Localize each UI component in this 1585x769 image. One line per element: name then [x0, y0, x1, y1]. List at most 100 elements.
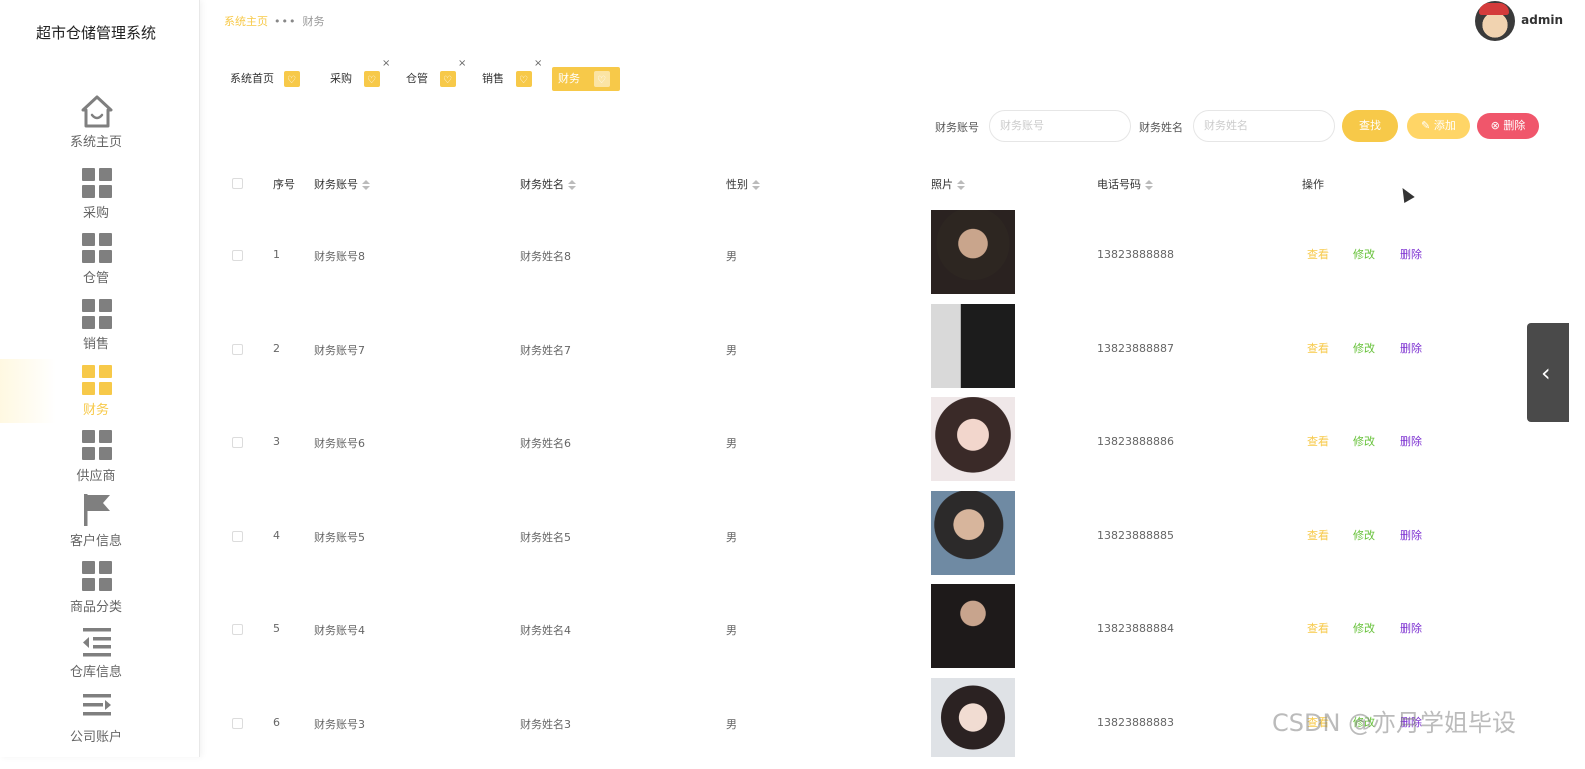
column-header-label: 照片 [931, 178, 953, 191]
sidebar-item-customer[interactable]: 客户信息 [0, 492, 192, 556]
row-checkbox[interactable] [232, 250, 243, 261]
menu-icon [83, 694, 111, 716]
sidebar-item-purchase[interactable]: 采购 [0, 166, 192, 230]
delete-link[interactable]: 删除 [1400, 433, 1422, 449]
profile-photo[interactable] [931, 210, 1015, 294]
delete-link[interactable]: 删除 [1400, 527, 1422, 543]
profile-photo[interactable] [931, 584, 1015, 668]
column-header-name[interactable]: 财务姓名 [520, 176, 576, 192]
profile-photo[interactable] [931, 491, 1015, 575]
view-link[interactable]: 查看 [1307, 340, 1329, 356]
add-button[interactable]: ✎ 添加 [1407, 113, 1470, 139]
sidebar-item-sales[interactable]: 销售 [0, 297, 192, 361]
profile-photo[interactable] [931, 397, 1015, 481]
grid-icon [82, 561, 112, 591]
view-link[interactable]: 查看 [1307, 620, 1329, 636]
top-bar: 系统主页 ••• 财务 admin [200, 0, 1585, 42]
row-checkbox[interactable] [232, 437, 243, 448]
breadcrumb-separator: ••• [274, 15, 297, 28]
row-checkbox[interactable] [232, 531, 243, 542]
tab-sales[interactable]: 销售 × [476, 59, 542, 94]
indent-icon [83, 628, 111, 657]
tab-purchase[interactable]: 采购 × [324, 59, 390, 94]
avatar[interactable] [1475, 1, 1515, 41]
column-header-phone[interactable]: 电话号码 [1097, 176, 1153, 192]
column-header-photo[interactable]: 照片 [931, 176, 965, 192]
profile-photo[interactable] [931, 678, 1015, 757]
edit-link[interactable]: 修改 [1353, 527, 1375, 543]
sidebar-item-supplier[interactable]: 供应商 [0, 428, 192, 492]
sidebar-item-category[interactable]: 商品分类 [0, 559, 192, 623]
row-index: 6 [273, 716, 280, 729]
profile-photo[interactable] [931, 304, 1015, 388]
tab-label: 财务 [558, 72, 580, 85]
table-row: 2 财务账号7 财务姓名7 男 13823888887 查看 修改 删除 [200, 302, 1585, 395]
name-search-input[interactable]: 财务姓名 [1193, 110, 1335, 142]
close-icon[interactable]: × [458, 59, 466, 69]
sort-icon[interactable] [362, 180, 370, 190]
edit-link[interactable]: 修改 [1353, 246, 1375, 262]
row-name: 财务姓名6 [520, 437, 571, 450]
sort-icon[interactable] [752, 180, 760, 190]
select-all-checkbox[interactable] [232, 178, 243, 189]
edit-link[interactable]: 修改 [1353, 433, 1375, 449]
row-phone: 13823888888 [1097, 248, 1174, 261]
delete-button[interactable]: ⊗ 删除 [1477, 113, 1539, 139]
sort-icon[interactable] [1145, 180, 1153, 190]
close-icon[interactable]: × [534, 59, 542, 69]
delete-button-label: 删除 [1503, 119, 1526, 132]
grid-icon [82, 365, 112, 395]
user-name[interactable]: admin [1521, 13, 1563, 27]
row-checkbox[interactable] [232, 718, 243, 729]
breadcrumb-current: 财务 [302, 15, 325, 28]
sidebar-item-home[interactable]: 系统主页 [0, 93, 192, 157]
view-link[interactable]: 查看 [1307, 246, 1329, 262]
column-header-label: 性别 [726, 178, 748, 191]
sidebar-item-finance[interactable]: 财务 [0, 359, 192, 423]
flag-icon [84, 494, 110, 526]
delete-link[interactable]: 删除 [1400, 340, 1422, 356]
sidebar-item-company-account[interactable]: 公司账户 [0, 692, 192, 756]
edit-link[interactable]: 修改 [1353, 340, 1375, 356]
row-account: 财务账号5 [314, 531, 365, 544]
row-name: 财务姓名5 [520, 531, 571, 544]
column-header-index: 序号 [273, 178, 295, 191]
row-index: 1 [273, 248, 280, 261]
view-link[interactable]: 查看 [1307, 527, 1329, 543]
search-button[interactable]: 查找 [1342, 110, 1398, 142]
tab-label: 仓管 [406, 72, 428, 85]
delete-link[interactable]: 删除 [1400, 620, 1422, 636]
close-icon[interactable]: × [610, 59, 618, 69]
sort-icon[interactable] [957, 180, 965, 190]
app-title: 超市仓储管理系统 [35, 24, 156, 42]
account-search-input[interactable]: 财务账号 [989, 110, 1131, 142]
row-checkbox[interactable] [232, 624, 243, 635]
row-account: 财务账号6 [314, 437, 365, 450]
tab-finance[interactable]: 财务 × [552, 59, 620, 93]
edit-link[interactable]: 修改 [1353, 620, 1375, 636]
tab-warehouse-admin[interactable]: 仓管 × [400, 59, 466, 94]
breadcrumb-home[interactable]: 系统主页 [224, 15, 268, 28]
column-header-label: 电话号码 [1097, 178, 1141, 191]
column-header-gender[interactable]: 性别 [726, 176, 760, 192]
sort-icon[interactable] [568, 180, 576, 190]
row-index: 3 [273, 435, 280, 448]
row-account: 财务账号4 [314, 624, 365, 637]
heart-icon [284, 69, 300, 93]
sidebar-item-label: 供应商 [76, 469, 116, 484]
sidebar-item-warehouse-admin[interactable]: 仓管 [0, 231, 192, 295]
close-icon[interactable]: × [382, 59, 390, 69]
sidebar-item-warehouse-info[interactable]: 仓库信息 [0, 626, 192, 690]
watermark: CSDN @亦月学姐毕设 [1272, 709, 1517, 737]
collapse-panel-button[interactable]: ‹ [1527, 323, 1569, 422]
view-link[interactable]: 查看 [1307, 433, 1329, 449]
tab-home[interactable]: 系统首页 [224, 67, 306, 93]
table-row: 5 财务账号4 财务姓名4 男 13823888884 查看 修改 删除 [200, 582, 1585, 675]
row-gender: 男 [726, 344, 737, 357]
heart-icon [440, 69, 456, 93]
row-phone: 13823888887 [1097, 342, 1174, 355]
delete-link[interactable]: 删除 [1400, 246, 1422, 262]
column-header-account[interactable]: 财务账号 [314, 176, 370, 192]
sidebar-item-label: 仓库信息 [69, 665, 122, 680]
row-checkbox[interactable] [232, 344, 243, 355]
